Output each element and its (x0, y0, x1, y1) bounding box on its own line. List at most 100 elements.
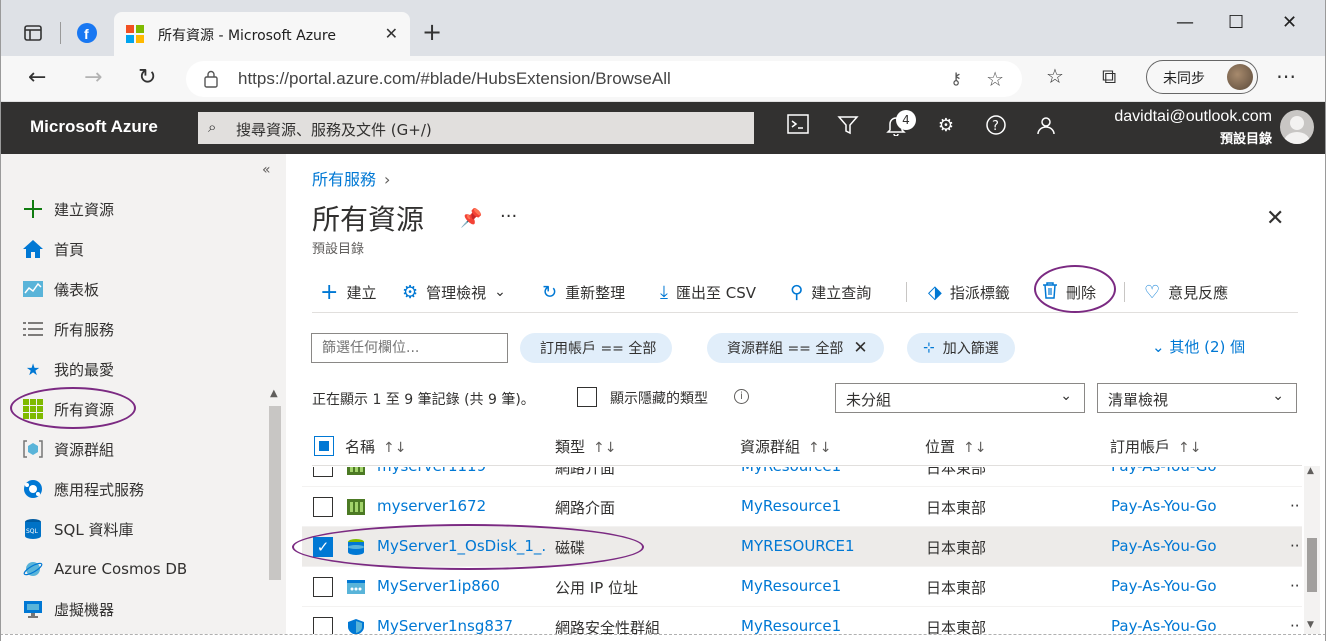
column-header-resource-group[interactable]: 資源群組 ↑↓ (740, 436, 831, 457)
row-more-icon[interactable]: ·· (1290, 617, 1300, 635)
sidebar-item-virtual-machines[interactable]: 虛擬機器 (22, 594, 114, 624)
resource-name-link[interactable]: myserver1119 (377, 467, 486, 475)
sort-icon[interactable]: ↑↓ (808, 440, 831, 456)
resource-group-link[interactable]: MyResource1 (741, 467, 841, 475)
forward-icon[interactable]: → (84, 66, 102, 90)
cloud-shell-icon[interactable] (786, 114, 810, 138)
subscription-link[interactable]: Pay-As-You-Go (1111, 467, 1217, 475)
create-button[interactable]: + 建立 (320, 278, 376, 306)
column-header-name[interactable]: 名稱 ↑↓ (345, 436, 406, 457)
table-row-selected[interactable]: ✓ MyServer1_OsDisk_1_... 磁碟 MYRESOURCE1 … (302, 527, 1302, 567)
feedback-icon[interactable] (1034, 114, 1058, 138)
sort-icon[interactable]: ↑↓ (593, 440, 616, 456)
subscription-link[interactable]: Pay-As-You-Go (1111, 497, 1217, 515)
row-more-icon[interactable]: ·· (1290, 497, 1300, 515)
sort-icon[interactable]: ↑↓ (963, 440, 986, 456)
account-info[interactable]: davidtai@outlook.com 預設目錄 (1114, 108, 1272, 147)
table-row[interactable]: myserver1119 網路介面 MyResource1 日本東部 Pay-A… (302, 467, 1302, 487)
grouping-dropdown[interactable]: 未分組 ⌄ (835, 383, 1085, 413)
minimize-icon[interactable]: — (1176, 12, 1194, 33)
row-more-icon[interactable]: ·· (1290, 467, 1300, 475)
grid-scrollbar[interactable]: ▲ ▼ (1304, 466, 1320, 636)
resource-name-link[interactable]: myserver1672 (377, 497, 486, 515)
create-query-button[interactable]: ⚲ 建立查詢 (790, 278, 871, 306)
remove-filter-icon[interactable]: ✕ (853, 338, 867, 358)
collapse-sidebar-icon[interactable]: « (262, 162, 271, 178)
key-icon[interactable]: ⚷ (950, 69, 962, 88)
sidebar-item-create-resource[interactable]: 建立資源 (22, 194, 114, 224)
resource-name-link[interactable]: MyServer1nsg837 (377, 617, 513, 635)
url-text[interactable]: https://portal.azure.com/#blade/HubsExte… (238, 69, 671, 89)
column-header-location[interactable]: 位置 ↑↓ (925, 436, 986, 457)
profile-sync-button[interactable]: 未同步 (1146, 60, 1258, 94)
refresh-button[interactable]: ↻ 重新整理 (542, 278, 625, 306)
scroll-down-icon[interactable]: ▼ (1307, 620, 1314, 630)
sidebar-item-all-resources[interactable]: 所有資源 (22, 394, 114, 424)
sort-icon[interactable]: ↑↓ (1178, 440, 1201, 456)
sidebar-item-resource-groups[interactable]: 資源群組 (22, 434, 114, 464)
global-search-input[interactable]: ⌕ 搜尋資源、服務及文件 (G+/) (198, 112, 754, 144)
table-row[interactable]: myserver1672 網路介面 MyResource1 日本東部 Pay-A… (302, 487, 1302, 527)
resource-group-link[interactable]: MyResource1 (741, 577, 841, 595)
scrollbar-thumb[interactable] (1307, 538, 1317, 592)
sidebar-item-sql-database[interactable]: SQL SQL 資料庫 (22, 514, 133, 544)
export-csv-button[interactable]: ⤓ 匯出至 CSV (660, 278, 756, 306)
row-more-icon[interactable]: ·· (1290, 537, 1300, 555)
breadcrumb[interactable]: 所有服務 › (312, 166, 390, 190)
resource-name-link[interactable]: MyServer1ip860 (377, 577, 500, 595)
sidebar-item-app-services[interactable]: 應用程式服務 (22, 474, 144, 504)
pin-icon[interactable]: 📌 (460, 208, 482, 229)
collections-icon[interactable]: ⧉ (1102, 64, 1116, 88)
sidebar-scrollbar[interactable]: ▲ (266, 386, 284, 636)
sort-icon[interactable]: ↑↓ (383, 440, 406, 456)
azure-brand[interactable]: Microsoft Azure (30, 117, 158, 137)
more-actions-icon[interactable]: ··· (500, 206, 517, 227)
resource-name-link[interactable]: MyServer1_OsDisk_1_... (377, 537, 547, 555)
settings-gear-icon[interactable]: ⚙ (934, 114, 958, 138)
directory-filter-icon[interactable] (836, 114, 860, 138)
resource-group-link[interactable]: MyResource1 (741, 617, 841, 635)
user-avatar[interactable] (1280, 110, 1314, 144)
sidebar-item-home[interactable]: 首頁 (22, 234, 84, 264)
close-tab-icon[interactable]: ✕ (385, 24, 398, 43)
more-icon[interactable]: ⋯ (1276, 64, 1296, 88)
scroll-up-icon[interactable]: ▲ (270, 388, 278, 399)
row-checkbox[interactable] (313, 577, 333, 597)
resource-group-link[interactable]: MyResource1 (741, 497, 841, 515)
favorite-add-icon[interactable]: ☆ (986, 67, 1004, 91)
new-tab-icon[interactable]: + (422, 20, 442, 44)
back-icon[interactable]: ← (28, 66, 46, 90)
facebook-icon[interactable]: f (76, 22, 98, 44)
resource-group-filter-pill[interactable]: 資源群組 == 全部 ✕ (707, 333, 884, 363)
column-header-subscription[interactable]: 訂用帳戶 ↑↓ (1110, 436, 1201, 457)
close-window-icon[interactable]: ✕ (1282, 12, 1297, 33)
address-bar[interactable]: https://portal.azure.com/#blade/HubsExte… (186, 61, 1022, 97)
breadcrumb-link[interactable]: 所有服務 (312, 170, 376, 189)
filter-input[interactable] (311, 333, 508, 363)
row-checkbox-checked[interactable]: ✓ (313, 537, 333, 557)
sidebar-item-cosmos-db[interactable]: Azure Cosmos DB (22, 554, 187, 584)
subscription-link[interactable]: Pay-As-You-Go (1111, 537, 1217, 555)
sidebar-item-favorites[interactable]: ★ 我的最愛 (22, 354, 114, 384)
maximize-icon[interactable]: ☐ (1228, 12, 1244, 33)
refresh-icon[interactable]: ↻ (138, 66, 156, 90)
subscription-link[interactable]: Pay-As-You-Go (1111, 617, 1217, 635)
subscription-link[interactable]: Pay-As-You-Go (1111, 577, 1217, 595)
help-icon[interactable]: ? (984, 114, 1008, 138)
feedback-button[interactable]: ♡ 意見反應 (1144, 278, 1228, 306)
add-filter-button[interactable]: ⊹ 加入篩選 (907, 333, 1015, 363)
table-row[interactable]: MyServer1ip860 公用 IP 位址 MyResource1 日本東部… (302, 567, 1302, 607)
row-checkbox[interactable] (313, 467, 333, 477)
manage-view-button[interactable]: ⚙ 管理檢視 ⌄ (402, 278, 506, 306)
more-filters-link[interactable]: ⌄ 其他 (2) 個 (1152, 336, 1245, 357)
browser-tab-active[interactable]: 所有資源 - Microsoft Azure ✕ (114, 12, 410, 56)
assign-tags-button[interactable]: ⬗ 指派標籤 (928, 278, 1010, 306)
row-more-icon[interactable]: ·· (1290, 577, 1300, 595)
sidebar-item-all-services[interactable]: 所有服務 (22, 314, 114, 344)
subscription-filter-pill[interactable]: 訂用帳戶 == 全部 (520, 333, 673, 363)
sidebar-item-dashboard[interactable]: 儀表板 (22, 274, 99, 304)
filter-input-field[interactable] (312, 334, 507, 362)
favorites-icon[interactable]: ☆ (1046, 64, 1064, 88)
close-blade-icon[interactable]: ✕ (1266, 206, 1284, 231)
column-header-type[interactable]: 類型 ↑↓ (555, 436, 616, 457)
